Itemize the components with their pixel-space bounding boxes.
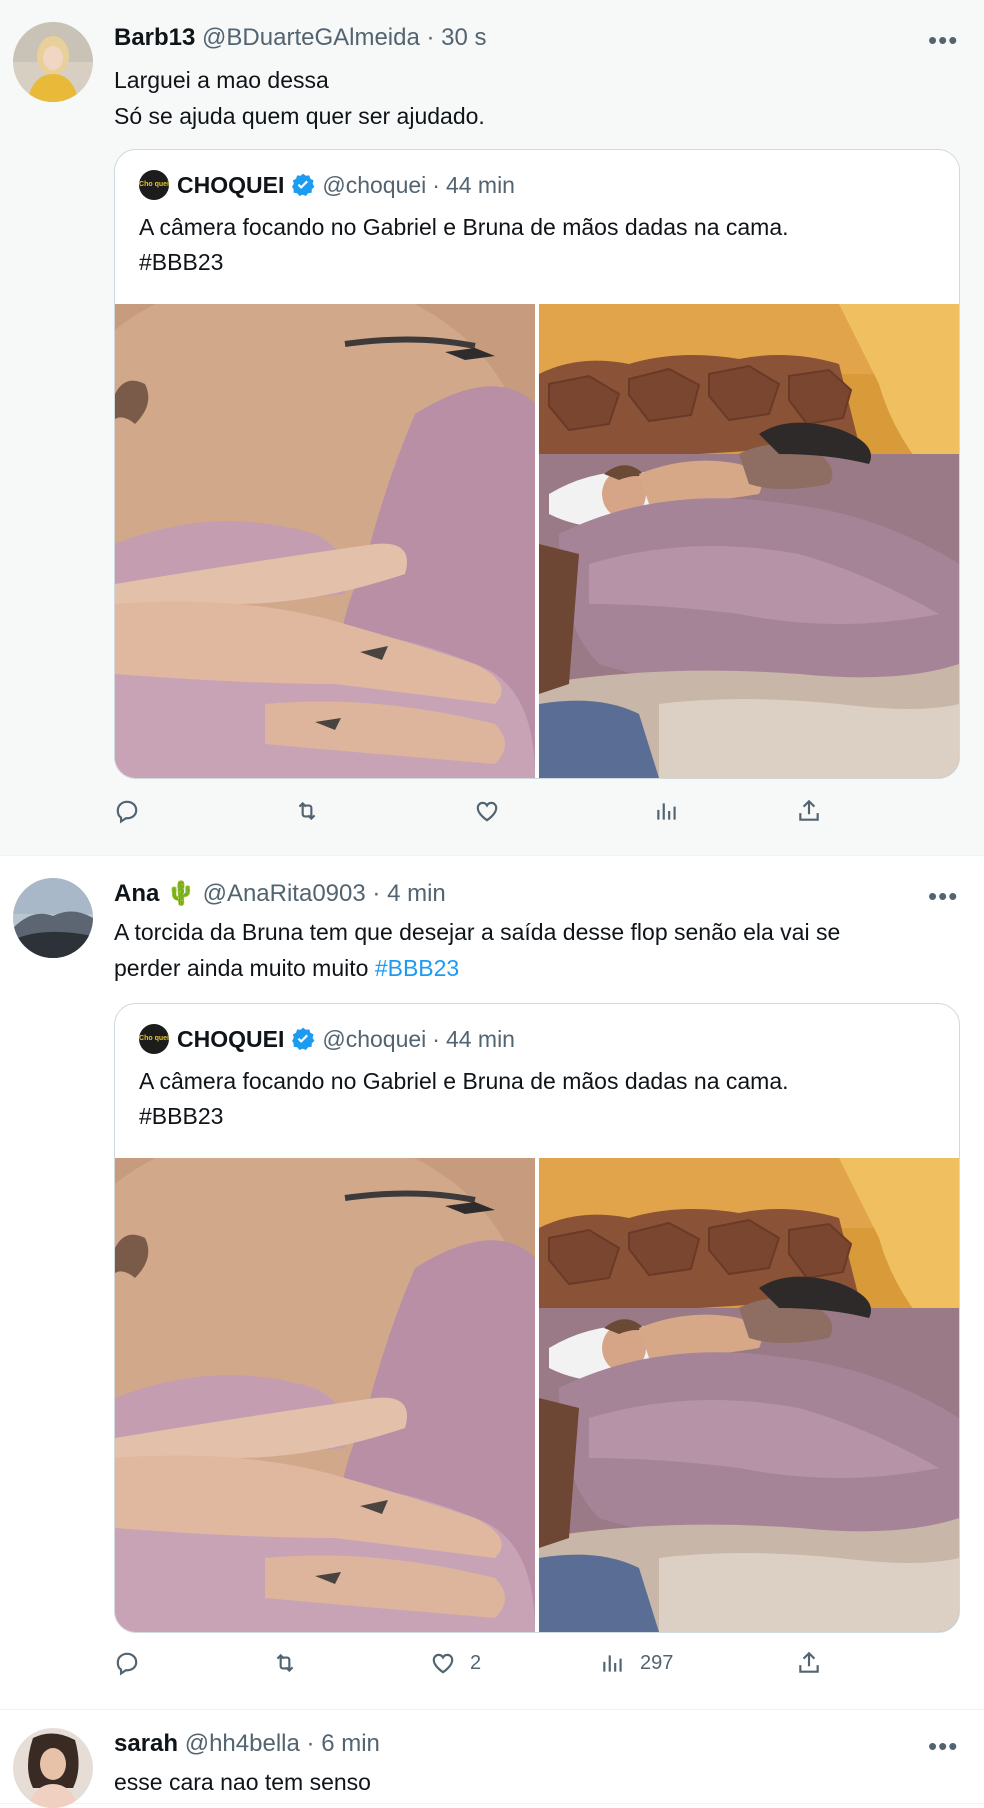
tweet-text: Larguei a mao dessa Só se ajuda quem que… <box>114 62 964 134</box>
separator: · <box>426 24 435 51</box>
tweet-text-line: A torcida da Bruna tem que desejar a saí… <box>114 919 841 945</box>
analytics-icon <box>657 803 676 820</box>
quoted-tweet[interactable]: Cho quei CHOQUEI @choquei · 44 min A câm… <box>114 1003 960 1633</box>
tweet-text: A torcida da Bruna tem que desejar a saí… <box>114 914 964 986</box>
reply-icon <box>116 800 138 824</box>
quote-timestamp[interactable]: 44 min <box>446 171 515 199</box>
more-horizontal-icon[interactable]: ••• <box>928 27 958 53</box>
reply-button[interactable] <box>114 798 154 824</box>
verified-badge-icon <box>292 173 315 197</box>
avatar[interactable] <box>13 878 93 958</box>
timestamp[interactable]: 30 s <box>441 24 486 51</box>
quote-text-line: A câmera focando no Gabriel e Bruna de m… <box>139 1068 789 1094</box>
views-button[interactable] <box>654 798 694 824</box>
author-handle[interactable]: @hh4bella <box>185 1730 300 1757</box>
avatar[interactable] <box>13 1728 93 1808</box>
avatar[interactable] <box>13 22 93 102</box>
quote-avatar[interactable]: Cho quei <box>139 170 169 200</box>
analytics-icon <box>603 1655 622 1672</box>
retweet-button[interactable] <box>272 1650 312 1676</box>
heart-icon <box>476 801 498 822</box>
timestamp[interactable]: 6 min <box>321 1730 380 1757</box>
views-count: 297 <box>640 1651 674 1674</box>
more-horizontal-icon[interactable]: ••• <box>928 1733 958 1759</box>
retweet-button[interactable] <box>294 798 334 824</box>
quote-text-hashtag: #BBB23 <box>139 1103 224 1129</box>
quoted-tweet[interactable]: Cho quei CHOQUEI @choquei · 44 min A câm… <box>114 149 960 779</box>
hashtag-link[interactable]: #BBB23 <box>375 955 459 981</box>
heart-icon <box>432 1653 454 1674</box>
author-handle[interactable]: @AnaRita0903 <box>203 880 366 907</box>
views-button[interactable]: 297 <box>600 1650 673 1676</box>
quote-text-hashtag: #BBB23 <box>139 249 224 275</box>
quote-text: A câmera focando no Gabriel e Bruna de m… <box>139 210 939 280</box>
share-icon <box>799 1651 819 1673</box>
author-name[interactable]: Barb13 <box>114 24 195 51</box>
timestamp[interactable]: 4 min <box>387 880 446 907</box>
share-button[interactable] <box>796 798 822 824</box>
tweet-text: esse cara nao tem senso <box>114 1764 964 1800</box>
more-horizontal-icon[interactable]: ••• <box>928 883 958 909</box>
quote-media[interactable] <box>115 304 959 778</box>
quote-text: A câmera focando no Gabriel e Bruna de m… <box>139 1064 939 1134</box>
quote-avatar-text: Cho quei <box>139 1035 169 1042</box>
verified-badge-icon <box>292 1027 315 1051</box>
separator: · <box>372 880 381 907</box>
quote-author-handle[interactable]: @choquei <box>322 171 426 199</box>
reply-button[interactable] <box>114 1650 154 1676</box>
quote-avatar[interactable]: Cho quei <box>139 1024 169 1054</box>
quote-media[interactable] <box>115 1158 959 1632</box>
quote-author-name[interactable]: CHOQUEI <box>177 171 284 199</box>
author-handle[interactable]: @BDuarteGAlmeida <box>202 24 420 51</box>
photo-hands-closeup[interactable] <box>115 304 535 778</box>
tweet[interactable]: Ana 🌵 @AnaRita0903 · 4 min ••• A torcida… <box>0 856 984 1710</box>
tweet[interactable]: Barb13 @BDuarteGAlmeida · 30 s ••• Largu… <box>0 0 984 856</box>
author-name[interactable]: sarah <box>114 1730 178 1757</box>
cactus-emoji: 🌵 <box>166 880 196 907</box>
tweet-text-line: Larguei a mao dessa <box>114 67 329 93</box>
separator: · <box>432 172 440 198</box>
quote-author-handle[interactable]: @choquei <box>322 1025 426 1053</box>
separator: · <box>306 1730 315 1757</box>
retweet-icon <box>298 801 316 821</box>
like-button[interactable] <box>474 798 514 824</box>
photo-couple-in-bed[interactable] <box>539 304 959 778</box>
quote-text-line: A câmera focando no Gabriel e Bruna de m… <box>139 214 789 240</box>
tweet[interactable]: sarah @hh4bella · 6 min ••• esse cara na… <box>0 1710 984 1808</box>
reply-icon <box>116 1652 138 1676</box>
separator: · <box>432 1026 440 1052</box>
tweet-text-line: esse cara nao tem senso <box>114 1769 371 1795</box>
quote-author-name[interactable]: CHOQUEI <box>177 1025 284 1053</box>
quote-avatar-text: Cho quei <box>139 181 169 188</box>
photo-hands-closeup[interactable] <box>115 1158 535 1632</box>
like-button[interactable]: 2 <box>430 1650 481 1676</box>
photo-couple-in-bed[interactable] <box>539 1158 959 1632</box>
quote-timestamp[interactable]: 44 min <box>446 1025 515 1053</box>
author-name[interactable]: Ana <box>114 880 159 907</box>
share-icon <box>799 799 819 821</box>
tweet-text-line: perder ainda muito muito <box>114 955 375 981</box>
share-button[interactable] <box>796 1650 822 1676</box>
like-count: 2 <box>470 1651 482 1674</box>
tweet-text-line: Só se ajuda quem quer ser ajudado. <box>114 103 485 129</box>
retweet-icon <box>276 1653 294 1673</box>
